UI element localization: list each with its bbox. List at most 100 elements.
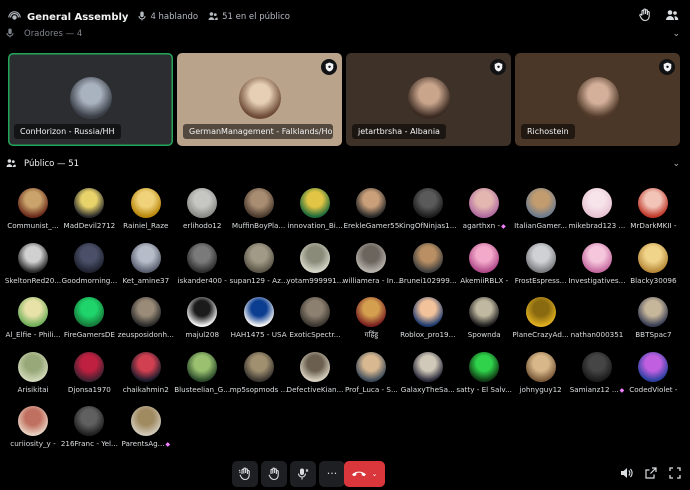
audience-member[interactable]: mikebrad123 ... (567, 188, 627, 234)
avatar (187, 188, 218, 218)
audience-member[interactable]: DefectiveKian... (285, 351, 345, 398)
avatar (18, 188, 48, 218)
popout-icon[interactable] (643, 466, 659, 482)
member-name: johnyguy12 (511, 385, 571, 394)
audience-member[interactable]: Al_Elfie - Phili... (3, 297, 63, 343)
audience-member[interactable]: Djonsa1970 (59, 351, 119, 398)
audience-member[interactable]: गहिंड्ड (341, 297, 401, 343)
raise-hand-icon[interactable] (637, 8, 653, 24)
audience-member[interactable]: nathan000351 (567, 297, 627, 343)
audience-member[interactable]: ItalianGamer... (511, 188, 571, 234)
chevron-down-icon[interactable]: ⌄ (672, 27, 680, 41)
raise-hand-icon[interactable] (261, 461, 287, 487)
audience-count-text: 51 en el público (222, 12, 290, 22)
audience-member[interactable]: FrostEspress... (511, 242, 571, 289)
audience-member[interactable]: majul208 (172, 297, 232, 343)
member-name: Prof_Luca - S... (341, 385, 401, 394)
hand-wave-icon[interactable] (232, 461, 258, 487)
audience-member[interactable]: GalaxyTheSa... (398, 351, 458, 398)
audience-member[interactable]: MrDarkMKII - (623, 188, 683, 234)
audience-member[interactable]: Blacky30096 (623, 242, 683, 289)
speaker-tile[interactable]: jetartbrsha - Albania (346, 53, 511, 146)
audience-member[interactable]: mp5sopmods ... (229, 351, 289, 398)
audience-member[interactable]: ErekleGamer55 (341, 188, 401, 234)
audience-member[interactable]: johnyguy12 (511, 351, 571, 398)
member-name: SkeltonRed20... (3, 276, 63, 285)
audience-member[interactable]: HAH1475 - USA (229, 297, 289, 343)
avatar (412, 351, 443, 382)
audience-member[interactable]: supan129 - Az... (229, 242, 289, 289)
avatar (69, 77, 112, 119)
audience-section-header[interactable]: Público — 51 (6, 157, 79, 171)
fullscreen-icon[interactable] (667, 466, 683, 482)
avatar (243, 351, 274, 382)
audience-member[interactable]: MadDevil2712 (59, 188, 119, 234)
audience-member[interactable]: williamera - In... (341, 242, 401, 289)
audience-member[interactable]: AkemiiRBLX - (454, 242, 514, 289)
audience-member[interactable]: zeusposidonh... (116, 297, 176, 343)
audience-member[interactable]: Prof_Luca - S... (341, 351, 401, 398)
audience-member[interactable]: Goodmorning... (59, 242, 119, 289)
chevron-down-icon[interactable]: ⌄ (372, 470, 378, 478)
member-name: Brunei102999... (398, 276, 458, 285)
member-name-text: Blacky30096 (630, 275, 677, 285)
audience-member[interactable]: satty - El Salv... (454, 351, 514, 398)
audience-member[interactable]: KingOfNinjas1... (398, 188, 458, 234)
speakers-section-header[interactable]: Oradores — 4 (6, 27, 82, 41)
audience-member[interactable]: PlaneCrazyAd... (511, 297, 571, 343)
audience-member[interactable]: Arisikitai (3, 351, 63, 398)
audience-member[interactable]: erlihodo12 (172, 188, 232, 234)
audience-member[interactable]: Ket_amine37 (116, 242, 176, 289)
member-name-text: williamera - In... (342, 275, 401, 285)
audience-member[interactable]: SkeltonRed20... (3, 242, 63, 289)
avatar (243, 188, 274, 218)
member-name: HAH1475 - USA (229, 330, 289, 339)
avatar (238, 77, 281, 119)
audience-member[interactable]: yotam999991... (285, 242, 345, 289)
avatar (356, 242, 387, 273)
audience-member[interactable]: ExoticSpectr... (285, 297, 345, 343)
audience-member[interactable]: Communist_... (3, 188, 63, 234)
audience-member[interactable]: ParentsAg...◆ (116, 406, 176, 452)
audience-member[interactable]: MuffinBoyPla... (229, 188, 289, 234)
audience-member[interactable]: curiiosity_y - (3, 406, 63, 452)
member-name: satty - El Salv... (454, 385, 514, 394)
member-name: Rainiel_Raze (116, 221, 176, 230)
volume-icon[interactable] (618, 466, 634, 482)
audience-member[interactable]: Spownda (454, 297, 514, 343)
request-speak-icon[interactable] (290, 461, 316, 487)
avatar (243, 242, 274, 273)
speaker-tile[interactable]: Richostein (515, 53, 680, 146)
member-name-text: Djonsa1970 (67, 384, 111, 394)
avatar (74, 406, 105, 436)
audience-member[interactable]: BBTSpac7 (623, 297, 683, 343)
end-call-button[interactable]: ⌄ (344, 461, 385, 487)
audience-member[interactable]: Rainiel_Raze (116, 188, 176, 234)
moderator-shield-icon (321, 59, 337, 75)
audience-member[interactable]: innovation_Bi... (285, 188, 345, 234)
audience-member[interactable]: Investigatives... (567, 242, 627, 289)
audience-member[interactable]: chaikahmin2 (116, 351, 176, 398)
audience-member[interactable]: Blusteelian_G... (172, 351, 232, 398)
speaker-tile[interactable]: ConHorizon - Russia/HH (8, 53, 173, 146)
avatar (130, 406, 161, 436)
stage-header: General Assembly 4 hablando 51 en el púb… (0, 0, 690, 34)
audience-member[interactable]: Brunei102999... (398, 242, 458, 289)
member-name: CodedViolet - (623, 385, 683, 394)
audience-member[interactable]: agarthxn -◆ (454, 188, 514, 234)
audience-member[interactable]: Samianz12 ...◆ (567, 351, 627, 398)
audience-member[interactable]: iskander400 - (172, 242, 232, 289)
speaker-tile[interactable]: GermanManagement - Falklands/Hol (177, 53, 342, 146)
audience-member[interactable]: 216Franc - Yel... (59, 406, 119, 452)
members-icon[interactable] (664, 8, 680, 24)
more-icon[interactable]: ··· (319, 461, 345, 487)
audience-member[interactable]: Roblox_pro19... (398, 297, 458, 343)
avatar (412, 188, 443, 218)
member-name: erlihodo12 (172, 221, 232, 230)
member-name: PlaneCrazyAd... (511, 330, 571, 339)
audience-member[interactable]: CodedViolet - (623, 351, 683, 398)
audience-member[interactable]: FireGamersDE (59, 297, 119, 343)
chevron-down-icon[interactable]: ⌄ (672, 157, 680, 171)
member-name-text: ExoticSpectr... (289, 330, 341, 339)
member-name-text: DefectiveKian... (286, 384, 344, 394)
